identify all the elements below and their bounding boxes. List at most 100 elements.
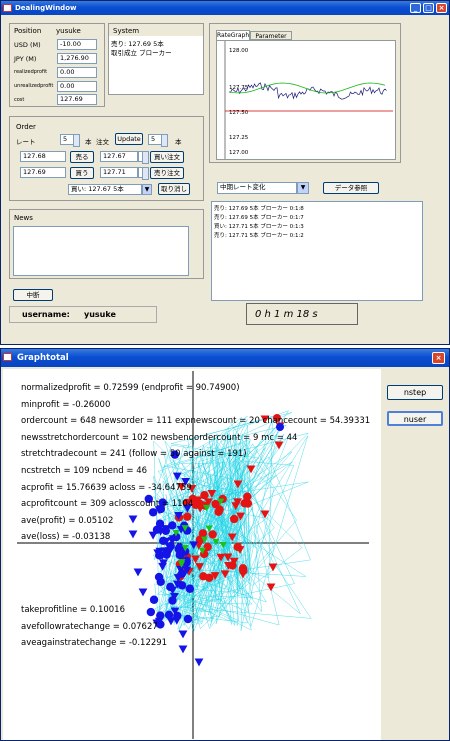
list-item: 買い: 127.71 5本 ブローカー 0:1:3 xyxy=(214,224,304,230)
profit-marker xyxy=(228,561,237,570)
cancel-order-button[interactable]: 取り消し xyxy=(158,183,190,195)
buy-price-field[interactable]: 127.69 xyxy=(20,167,66,178)
profit-marker xyxy=(208,530,217,539)
profit-marker xyxy=(198,529,208,538)
news-textarea[interactable] xyxy=(13,226,189,276)
sell-limit-button[interactable]: 売り注文 xyxy=(150,167,184,179)
stat-line: ordercount = 648 newsorder = 111 expnews… xyxy=(21,416,371,427)
stat-line: takeprofitline = 0.10016 xyxy=(21,605,125,615)
buy-limit-button[interactable]: 買い注文 xyxy=(150,151,184,163)
list-item: 売り: 127.69 5本 ブローカー 0:1:7 xyxy=(214,215,304,221)
list-item: 売り: 127.69 5本 ブローカー 0:1:8 xyxy=(214,206,304,212)
rategraph-tick-label: 128.00 xyxy=(229,48,249,54)
system-textarea: 売り: 127.69 5本 取引成立 ブローカー xyxy=(109,36,203,94)
stat-line: aveagainstratechange = -0.12291 xyxy=(21,638,168,648)
position-panel: Position yusuke USD (M) -10.00 JPY (M) 1… xyxy=(9,23,105,107)
sell-button[interactable]: 売る xyxy=(70,151,94,163)
jpy-label: JPY (M) xyxy=(14,55,37,63)
stat-line: minprofit = -0.26000 xyxy=(21,399,111,410)
position-label: Position xyxy=(14,27,42,35)
usd-field: -10.00 xyxy=(57,39,97,50)
order-select[interactable]: 買い: 127.67 5本 xyxy=(68,184,142,195)
rategraph-svg: 128.00127.75127.50127.25127.00 xyxy=(224,41,393,159)
stat-line: newsstretchordercount = 102 newsbendorde… xyxy=(21,432,298,443)
unrealizedprofit-label: unrealizedprofit xyxy=(14,83,54,89)
profit-marker xyxy=(211,499,220,509)
buy-button[interactable]: 買う xyxy=(70,167,94,179)
cost-label: cost xyxy=(14,97,25,103)
timer-text: 0 h 1 m 18 s xyxy=(255,309,318,320)
rate-label: レート xyxy=(16,138,36,146)
username-bar: username: yusuke xyxy=(9,306,157,323)
sell-price-field[interactable]: 127.68 xyxy=(20,151,66,162)
chevron-down-icon[interactable]: ▼ xyxy=(142,184,152,195)
stat-line: acprofitcount = 309 aclosscount = 1104 xyxy=(21,499,194,510)
order-label: Order xyxy=(16,123,36,131)
stat-line: ave(loss) = -0.03138 xyxy=(21,532,111,543)
loss-marker xyxy=(185,584,195,593)
loss-marker xyxy=(156,611,165,620)
data-reference-button[interactable]: データ参照 xyxy=(323,182,379,194)
buy-limit-spin[interactable] xyxy=(138,167,149,180)
profit-marker xyxy=(266,583,276,592)
stat-line: ave(profit) = 0.05102 xyxy=(21,515,114,526)
elapsed-timer: 0 h 1 m 18 s xyxy=(246,303,358,325)
loss-marker xyxy=(148,508,158,517)
graphtotal-canvas: normalizedprofit = 0.72599 (endprofit = … xyxy=(3,369,381,740)
loss-marker xyxy=(178,630,188,639)
loss-marker xyxy=(194,658,204,667)
graphtotal-titlebar[interactable]: Graphtotal × xyxy=(1,349,449,367)
unit-label-1: 本 xyxy=(85,138,92,146)
graphtotal-window: Graphtotal × normalizedprofit = 0.72599 … xyxy=(0,348,450,741)
close-icon[interactable]: × xyxy=(432,352,445,364)
sell-limit-field[interactable]: 127.67 xyxy=(100,151,138,162)
buy-limit-field[interactable]: 127.71 xyxy=(100,167,138,178)
position-user: yusuke xyxy=(56,27,81,35)
maximize-icon[interactable]: □ xyxy=(423,3,434,13)
usd-label: USD (M) xyxy=(14,41,41,49)
rategraph-panel: RateGraph Parameter Set 128.00127.75127.… xyxy=(209,23,401,163)
tab-parameter-set[interactable]: Parameter Set xyxy=(250,31,292,49)
trade-log-list[interactable]: 売り: 127.69 5本 ブローカー 0:1:8 売り: 127.69 5本 … xyxy=(211,201,423,301)
stat-line: ncstretch = 109 ncbend = 46 xyxy=(21,466,148,476)
minimize-icon[interactable]: _ xyxy=(410,3,421,13)
realizedprofit-field: 0.00 xyxy=(57,67,97,78)
news-panel: News xyxy=(9,209,204,279)
stat-line: stretchtradecount = 241 (follow = 50 aga… xyxy=(21,449,247,460)
profit-marker xyxy=(200,490,209,500)
system-label: System xyxy=(113,27,140,35)
tab-rategraph[interactable]: RateGraph xyxy=(216,30,250,40)
sell-limit-spin[interactable] xyxy=(138,151,149,164)
filter-chevron-down-icon[interactable]: ▼ xyxy=(297,182,309,194)
username-label: username: xyxy=(22,310,70,319)
profit-marker xyxy=(199,572,208,581)
dealing-titlebar[interactable]: DealingWindow _ □ × xyxy=(1,1,449,15)
loss-marker xyxy=(178,645,188,654)
jpy-field: 1,276.90 xyxy=(57,53,97,64)
stat-line: avefollowratechange = 0.07627 xyxy=(21,621,158,632)
nuser-button[interactable]: nuser xyxy=(387,411,443,426)
loss-marker xyxy=(154,572,164,582)
filter-select[interactable]: 中期レート変化 xyxy=(217,182,297,194)
loss-marker xyxy=(158,562,167,571)
close-icon[interactable]: × xyxy=(436,3,447,13)
qty-stepper-1[interactable]: 5 xyxy=(60,134,80,147)
stat-line: acprofit = 15.76639 acloss = -34.64759 xyxy=(21,482,192,493)
loss-marker xyxy=(168,596,177,605)
loss-marker xyxy=(183,614,193,624)
stop-button[interactable]: 中断 xyxy=(13,289,53,301)
update-button[interactable]: Update xyxy=(115,133,143,145)
graphtotal-window-title: Graphtotal xyxy=(17,353,69,363)
system-panel: System 売り: 127.69 5本 取引成立 ブローカー xyxy=(108,23,204,95)
rategraph-area: 128.00 127.75 127.50 127.25 127.00 xyxy=(216,40,396,160)
order-kind-label: 注文 xyxy=(96,138,109,146)
nstep-button[interactable]: nstep xyxy=(387,385,443,400)
realizedprofit-label: realizedprofit xyxy=(14,69,48,75)
username-value: yusuke xyxy=(84,310,116,319)
loss-marker xyxy=(128,515,138,524)
loss-marker xyxy=(133,568,143,577)
system-line-2: 取引成立 ブローカー xyxy=(111,49,172,57)
loss-marker xyxy=(155,519,165,528)
qty-stepper-2[interactable]: 5 xyxy=(148,134,168,147)
loss-marker xyxy=(128,530,138,539)
